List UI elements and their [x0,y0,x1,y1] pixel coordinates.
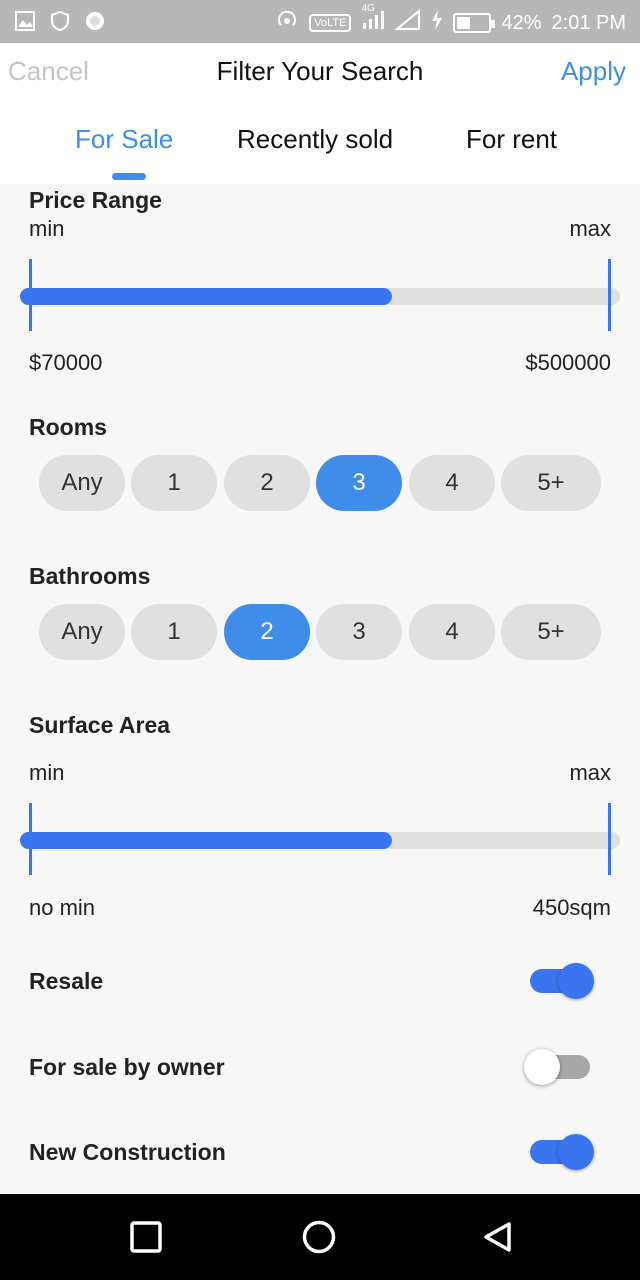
bathrooms-chip-4[interactable]: 4 [409,604,495,660]
resale-label: Resale [29,968,104,994]
toggle-knob [524,1049,560,1085]
circle-icon [84,10,106,37]
toggle-knob [558,1134,594,1170]
rooms-title: Rooms [29,414,107,440]
filter-content: Price Range min max $70000 $500000 Rooms… [0,184,640,1194]
price-min-label: min [29,216,65,241]
hotspot-icon [275,9,299,37]
network-badge: VoLTE [309,14,352,32]
area-min-label: min [29,760,65,785]
back-icon[interactable] [481,1220,515,1254]
filter-header: Cancel Filter Your Search Apply For Sale… [0,43,640,184]
slider-max-handle[interactable] [608,803,611,875]
battery-percent: 42% [501,11,542,34]
price-max-label: max [569,216,611,241]
new-construction-label: New Construction [29,1139,226,1165]
slider-min-handle[interactable] [29,259,32,331]
slider-fill [20,832,392,849]
tab-recently-sold[interactable]: Recently sold [237,124,393,155]
bathrooms-chip-any[interactable]: Any [39,604,125,660]
sale-by-owner-toggle[interactable] [524,1047,594,1087]
recents-icon[interactable] [129,1220,163,1254]
tab-for-sale[interactable]: For Sale [75,124,173,155]
system-nav-bar [0,1194,640,1280]
bathrooms-chip-5plus[interactable]: 5+ [501,604,601,660]
area-max-label: max [569,760,611,785]
surface-area-slider[interactable] [20,803,620,875]
apply-button[interactable]: Apply [561,56,626,87]
slider-min-handle[interactable] [29,803,32,875]
charging-icon [431,9,443,37]
tab-for-rent[interactable]: For rent [466,124,557,155]
home-icon[interactable] [302,1220,336,1254]
status-bar: VoLTE 4G 42% 2:01 PM [0,0,640,43]
image-icon [14,10,36,37]
signal-icon: 4G [361,3,385,37]
sale-by-owner-label: For sale by owner [29,1054,225,1080]
wifi-icon [394,8,421,37]
slider-max-handle[interactable] [608,259,611,331]
rooms-chip-any[interactable]: Any [39,455,125,511]
resale-toggle[interactable] [528,961,594,1001]
bathrooms-title: Bathrooms [29,563,151,589]
slider-fill [20,288,392,305]
page-title: Filter Your Search [216,56,424,86]
price-max-value: $500000 [525,350,611,375]
listing-type-tabs: For Sale Recently sold For rent [0,124,640,184]
rooms-chip-3[interactable]: 3 [316,455,402,511]
rooms-chip-4[interactable]: 4 [409,455,495,511]
bathrooms-chip-2[interactable]: 2 [224,604,310,660]
price-range-title: Price Range [29,187,162,213]
active-tab-indicator [112,173,146,180]
toggle-knob [558,963,594,999]
clock: 2:01 PM [551,11,626,34]
price-range-slider[interactable] [20,259,620,331]
bathrooms-chip-3[interactable]: 3 [316,604,402,660]
rooms-chip-1[interactable]: 1 [131,455,217,511]
new-construction-toggle[interactable] [528,1132,594,1172]
price-min-value: $70000 [29,350,103,375]
signal-label: 4G [361,3,375,14]
shield-icon [50,10,70,37]
bathrooms-chip-1[interactable]: 1 [131,604,217,660]
cancel-button[interactable]: Cancel [8,56,89,87]
area-min-value: no min [29,895,96,920]
battery-icon [453,13,496,33]
rooms-chip-2[interactable]: 2 [224,455,310,511]
surface-area-title: Surface Area [29,712,171,738]
rooms-chip-5plus[interactable]: 5+ [501,455,601,511]
battery-level [457,17,471,29]
area-max-value: 450sqm [532,895,611,920]
